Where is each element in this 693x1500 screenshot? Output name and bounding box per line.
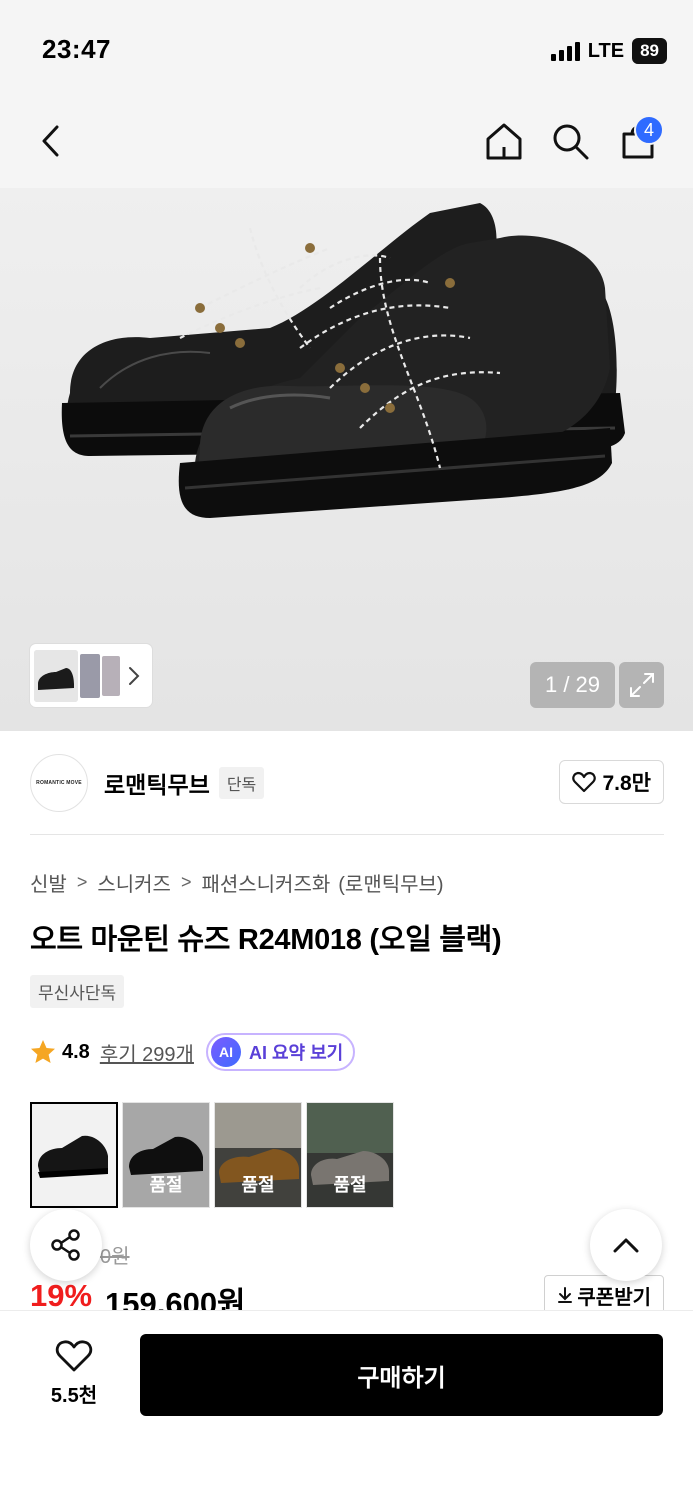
coupon-button[interactable]: 쿠폰받기 [544,1275,664,1315]
soldout-label: 품절 [149,1175,183,1195]
ai-badge-icon: AI [210,1037,241,1067]
chevron-right-icon: > [180,872,192,892]
chevron-left-icon [42,125,59,157]
chevron-right-icon: > [76,872,88,892]
expand-image-button[interactable] [619,662,664,708]
network-type: LTE [587,39,625,62]
reviews-link[interactable]: 후기 299개 [100,1038,194,1067]
soldout-label: 품절 [333,1175,367,1195]
cart-count-badge: 4 [634,115,664,145]
brand-row: ROMANTIC MOVE 로맨틱무브 단독 7.8만 [30,753,664,813]
status-indicators: LTE 89 [550,38,667,64]
option-swatch[interactable] [30,1102,118,1208]
ai-summary-label: AI 요약 보기 [248,1043,344,1063]
thumbnail-image[interactable] [80,653,100,698]
color-options: 품절 품절 품절 [30,1102,394,1208]
download-icon [558,1287,573,1303]
breadcrumb-item[interactable]: 신발 [30,868,67,897]
expand-icon [629,673,654,697]
breadcrumb-item[interactable]: 패션스니커즈화 [201,868,330,897]
rating-row: 4.8 후기 299개 AI AI 요약 보기 [30,1032,356,1072]
divider [30,834,664,835]
brand-like-button[interactable]: 7.8만 [559,760,664,804]
home-icon [486,123,522,160]
brand-name[interactable]: 로맨틱무브 [104,766,210,800]
wishlist-button[interactable]: 5.5천 [30,1339,118,1408]
brand-like-count: 7.8만 [602,772,651,795]
chevron-right-icon[interactable] [128,666,140,686]
product-title: 오트 마운틴 슈즈 R24M018 (오일 블랙) [30,924,502,956]
thumbnail-image[interactable] [102,655,120,696]
scroll-top-button[interactable] [590,1209,662,1281]
search-icon [553,124,589,160]
wishlist-count: 5.5천 [50,1385,98,1407]
brand-logo[interactable]: ROMANTIC MOVE [30,754,88,812]
option-swatch[interactable]: 품절 [122,1102,210,1208]
status-bar: 23:47 LTE 89 [0,0,693,95]
original-price: 0원 [100,1246,130,1268]
status-time: 23:47 [42,34,111,64]
chevron-up-icon [613,1238,639,1253]
brand-exclusive-tag: 단독 [218,767,265,799]
price-area: 0원 19% 159,600원 쿠폰받기 [30,1238,664,1321]
image-counter: 1 / 29 [530,662,615,708]
signal-icon [550,41,580,61]
top-nav: 4 [0,95,693,188]
buy-button[interactable]: 구매하기 [140,1334,663,1416]
option-swatch[interactable]: 품절 [214,1102,302,1208]
rating-value: 4.8 [62,1040,90,1063]
breadcrumb-item[interactable]: (로맨틱무브) [338,868,443,897]
ai-summary-button[interactable]: AI AI 요약 보기 [205,1033,356,1071]
bottom-action-bar: 5.5천 구매하기 [0,1310,693,1500]
back-button[interactable] [28,117,76,165]
heart-icon [55,1340,93,1372]
share-button[interactable] [30,1209,102,1281]
search-button[interactable] [546,117,594,165]
gallery-thumbnail-strip[interactable] [30,644,152,707]
battery-icon: 89 [632,38,667,64]
cart-button[interactable]: 4 [614,115,664,165]
home-button[interactable] [480,117,528,165]
thumbnail-image[interactable] [34,649,78,702]
coupon-label: 쿠폰받기 [577,1286,651,1309]
exclusive-tag: 무신사단독 [30,975,125,1008]
option-swatch[interactable]: 품절 [306,1102,394,1208]
star-icon [31,1040,55,1063]
breadcrumb-item[interactable]: 스니커즈 [97,868,171,897]
heart-icon [572,771,597,793]
share-icon [51,1229,80,1261]
product-image-gallery[interactable]: 1 / 29 [0,188,693,731]
discount-rate: 19% [30,1278,93,1313]
breadcrumb: 신발 > 스니커즈 > 패션스니커즈화 (로맨틱무브) [30,868,444,897]
soldout-label: 품절 [241,1175,275,1195]
